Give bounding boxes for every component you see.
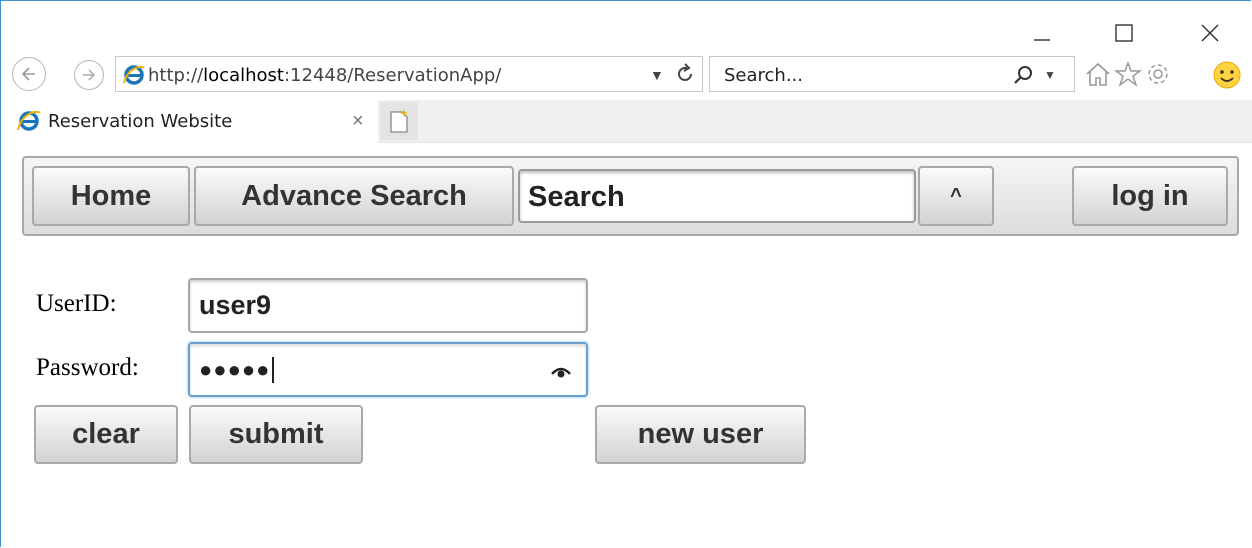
search-icon[interactable] [1012,64,1034,86]
minimize-icon[interactable] [1022,18,1062,48]
browser-search-box[interactable]: Search... ▼ [709,56,1075,92]
settings-gear-icon[interactable] [1144,60,1172,88]
ie-logo-icon [17,110,41,131]
submit-button[interactable]: submit [189,405,363,464]
search-dropdown-icon[interactable]: ▼ [1044,68,1056,82]
login-button[interactable]: log in [1072,166,1228,226]
collapse-toggle-button[interactable]: ^ [918,166,994,226]
password-mask: ●●●●● [199,356,271,382]
forward-button[interactable] [74,60,104,90]
advance-search-button[interactable]: Advance Search [194,166,514,226]
reveal-password-eye-icon[interactable] [550,364,572,380]
back-arrow-icon [21,67,35,81]
tab-reservation-website[interactable]: Reservation Website × [10,100,378,142]
ie-logo-icon [123,65,145,85]
feedback-smiley-icon[interactable] [1212,60,1242,90]
tab-strip [378,100,1252,143]
clear-button[interactable]: clear [34,405,178,464]
address-bar[interactable]: http://localhost:12448/ReservationApp/ ▼ [115,56,703,92]
close-icon[interactable] [1190,18,1230,48]
new-tab-icon [390,109,408,133]
maximize-icon[interactable] [1104,18,1144,48]
home-icon[interactable] [1084,60,1112,88]
favorites-star-icon[interactable] [1114,60,1142,88]
back-button[interactable] [12,57,46,91]
forward-arrow-icon [83,69,96,81]
address-url: http://localhost:12448/ReservationApp/ [148,65,502,86]
home-button[interactable]: Home [32,166,190,226]
address-dropdown-icon[interactable]: ▼ [650,67,664,83]
new-tab-button[interactable] [380,102,418,140]
password-label: Password: [36,354,139,381]
tab-close-icon[interactable]: × [352,110,364,133]
tab-title: Reservation Website [48,111,233,132]
text-cursor [272,356,275,383]
userid-label: UserID: [36,290,117,317]
app-search-input[interactable]: Search [518,169,916,223]
browser-search-placeholder: Search... [724,65,804,86]
new-user-button[interactable]: new user [595,405,806,464]
refresh-icon[interactable] [674,63,696,85]
password-input[interactable]: ●●●●● [188,342,588,397]
userid-input[interactable]: user9 [188,278,588,333]
